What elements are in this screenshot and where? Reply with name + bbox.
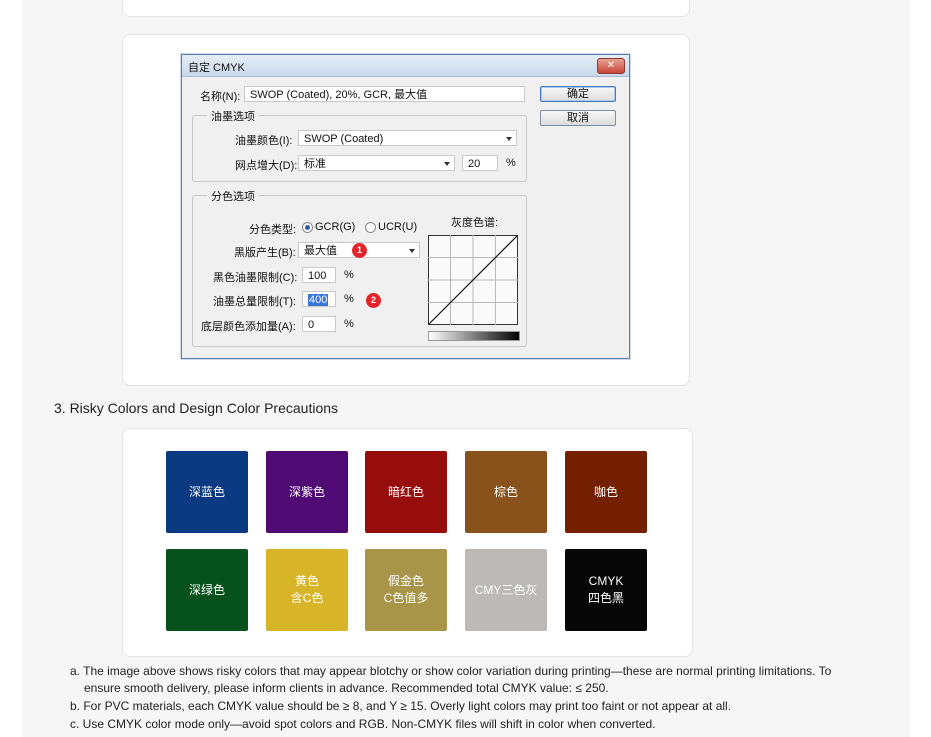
total-ink-limit-input[interactable]: 400 [302,291,336,307]
color-swatch: 深蓝色 [166,451,248,533]
color-swatch: 棕色 [465,451,547,533]
color-swatch: 咖色 [565,451,647,533]
annotation-marker-1: 1 [352,243,367,258]
dot-gain-mode: 标准 [304,158,326,170]
note-a-line-2: ensure smooth delivery, please inform cl… [84,681,609,695]
total-ink-limit-unit: % [344,293,354,305]
ok-button[interactable]: 确定 [540,86,616,102]
ucr-amount-input[interactable]: 0 [302,316,336,332]
ucr-amount-unit: % [344,318,354,330]
black-generation-label: 黑版产生(B): [234,247,296,259]
chevron-down-icon [444,162,450,166]
dot-gain-label: 网点增大(D): [235,160,298,172]
dialog-title: 自定 CMYK [188,62,245,74]
ink-colors-select[interactable]: SWOP (Coated) [298,130,517,146]
note-b: b. For PVC materials, each CMYK value sh… [70,699,732,713]
ink-colors-label: 油墨颜色(I): [235,135,293,147]
close-icon[interactable]: ✕ [597,58,625,74]
dot-gain-input[interactable]: 20 [462,155,498,171]
name-label: 名称(N): [200,91,241,103]
color-swatch: 假金色 C色值多 [365,549,447,631]
dot-gain-select[interactable]: 标准 [298,155,455,171]
gcr-label: GCR(G) [315,221,356,233]
note-a-line-1: a. The image above shows risky colors th… [70,664,832,678]
black-ink-limit-label: 黑色油墨限制(C): [213,272,298,284]
ucr-label: UCR(U) [378,221,418,233]
chevron-down-icon [506,137,512,141]
previous-card [122,0,690,17]
ink-colors-value: SWOP (Coated) [304,133,384,145]
cancel-button[interactable]: 取消 [540,110,616,126]
gray-gradient-bar [428,331,520,341]
gray-ramp-label: 灰度色谱: [451,217,499,229]
custom-cmyk-dialog: 自定 CMYK ✕ 名称(N): SWOP (Coated), 20%, GCR… [181,54,630,359]
section-heading: 3. Risky Colors and Design Color Precaut… [54,400,339,416]
black-ink-limit-input[interactable]: 100 [302,267,336,283]
annotation-marker-2: 2 [366,293,381,308]
total-ink-limit-value: 400 [308,294,329,306]
total-ink-limit-label: 油墨总量限制(T): [213,296,297,308]
dialog-titlebar: 自定 CMYK ✕ [182,55,629,77]
color-swatch: 深绿色 [166,549,248,631]
color-swatch: 深紫色 [266,451,348,533]
color-swatch: CMY三色灰 [465,549,547,631]
black-ink-limit-unit: % [344,269,354,281]
ucr-amount-label: 底层颜色添加量(A): [201,321,296,333]
color-swatch: CMYK 四色黑 [565,549,647,631]
note-c: c. Use CMYK color mode only—avoid spot c… [70,717,656,731]
dot-gain-unit: % [506,157,516,169]
gcr-radio[interactable] [302,222,313,233]
ink-options-title: 油墨选项 [207,108,259,124]
color-swatch: 黄色 含C色 [266,549,348,631]
color-swatch: 暗红色 [365,451,447,533]
black-generation-value: 最大值 [304,245,337,257]
gray-ramp-graph [428,235,518,325]
ucr-radio[interactable] [365,222,376,233]
name-input[interactable]: SWOP (Coated), 20%, GCR, 最大值 [244,86,525,102]
separation-type-label: 分色类型: [249,224,297,236]
separation-options-title: 分色选项 [207,188,259,204]
chevron-down-icon [409,249,415,253]
